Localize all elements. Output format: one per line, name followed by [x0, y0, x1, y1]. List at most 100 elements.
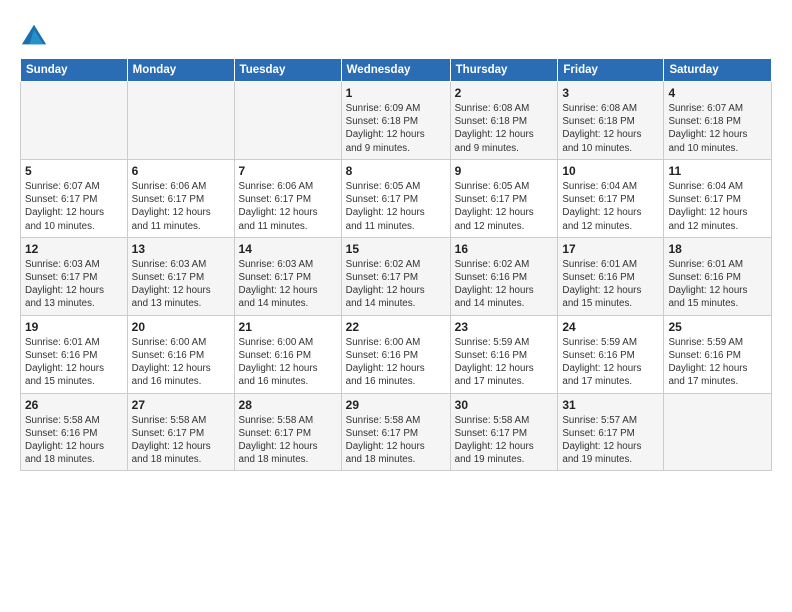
day-info: Sunrise: 6:07 AM Sunset: 6:17 PM Dayligh… [25, 180, 123, 233]
weekday-header-sunday: Sunday [21, 59, 128, 82]
day-info: Sunrise: 6:01 AM Sunset: 6:16 PM Dayligh… [562, 258, 659, 311]
calendar-cell [21, 82, 128, 160]
weekday-header-thursday: Thursday [450, 59, 558, 82]
calendar-cell: 31 Sunrise: 5:57 AM Sunset: 6:17 PM Dayli… [558, 393, 664, 471]
calendar-cell: 19 Sunrise: 6:01 AM Sunset: 6:16 PM Dayli… [21, 315, 128, 393]
day-info: Sunrise: 6:06 AM Sunset: 6:17 PM Dayligh… [132, 180, 230, 233]
day-number: 30 [455, 398, 554, 412]
calendar-cell: 1Sunrise: 6:09 AM Sunset: 6:18 PM Daylig… [341, 82, 450, 160]
day-info: Sunrise: 5:58 AM Sunset: 6:17 PM Dayligh… [346, 414, 446, 467]
day-number: 10 [562, 164, 659, 178]
calendar-week-row: 1Sunrise: 6:09 AM Sunset: 6:18 PM Daylig… [21, 82, 772, 160]
day-number: 8 [346, 164, 446, 178]
calendar-cell: 30Sunrise: 5:58 AM Sunset: 6:17 PM Dayli… [450, 393, 558, 471]
day-info: Sunrise: 6:03 AM Sunset: 6:17 PM Dayligh… [239, 258, 337, 311]
day-number: 9 [455, 164, 554, 178]
day-number: 29 [346, 398, 446, 412]
day-number: 15 [346, 242, 446, 256]
calendar-cell [127, 82, 234, 160]
day-info: Sunrise: 6:00 AM Sunset: 6:16 PM Dayligh… [132, 336, 230, 389]
day-number: 26 [25, 398, 123, 412]
day-info: Sunrise: 5:59 AM Sunset: 6:16 PM Dayligh… [668, 336, 767, 389]
calendar-cell [234, 82, 341, 160]
calendar-cell: 4Sunrise: 6:07 AM Sunset: 6:18 PM Daylig… [664, 82, 772, 160]
day-number: 31 [562, 398, 659, 412]
day-number: 2 [455, 86, 554, 100]
day-info: Sunrise: 6:06 AM Sunset: 6:17 PM Dayligh… [239, 180, 337, 233]
calendar-cell: 13 Sunrise: 6:03 AM Sunset: 6:17 PM Dayli… [127, 237, 234, 315]
day-number: 22 [346, 320, 446, 334]
calendar-week-row: 5 Sunrise: 6:07 AM Sunset: 6:17 PM Daylig… [21, 159, 772, 237]
day-info: Sunrise: 6:05 AM Sunset: 6:17 PM Dayligh… [346, 180, 446, 233]
day-number: 14 [239, 242, 337, 256]
calendar-cell: 29 Sunrise: 5:58 AM Sunset: 6:17 PM Dayli… [341, 393, 450, 471]
calendar-cell: 22 Sunrise: 6:00 AM Sunset: 6:16 PM Dayli… [341, 315, 450, 393]
day-number: 7 [239, 164, 337, 178]
day-info: Sunrise: 6:04 AM Sunset: 6:17 PM Dayligh… [562, 180, 659, 233]
day-number: 20 [132, 320, 230, 334]
day-number: 18 [668, 242, 767, 256]
weekday-header-friday: Friday [558, 59, 664, 82]
day-info: Sunrise: 6:00 AM Sunset: 6:16 PM Dayligh… [346, 336, 446, 389]
calendar-cell: 7 Sunrise: 6:06 AM Sunset: 6:17 PM Daylig… [234, 159, 341, 237]
calendar-cell: 20 Sunrise: 6:00 AM Sunset: 6:16 PM Dayli… [127, 315, 234, 393]
day-number: 24 [562, 320, 659, 334]
header [20, 18, 772, 50]
day-number: 17 [562, 242, 659, 256]
calendar-cell: 26 Sunrise: 5:58 AM Sunset: 6:16 PM Dayli… [21, 393, 128, 471]
day-info: Sunrise: 6:08 AM Sunset: 6:18 PM Dayligh… [562, 102, 659, 155]
day-number: 5 [25, 164, 123, 178]
calendar-cell: 18 Sunrise: 6:01 AM Sunset: 6:16 PM Dayli… [664, 237, 772, 315]
calendar-cell: 23Sunrise: 5:59 AM Sunset: 6:16 PM Dayli… [450, 315, 558, 393]
calendar-cell: 3Sunrise: 6:08 AM Sunset: 6:18 PM Daylig… [558, 82, 664, 160]
day-info: Sunrise: 5:57 AM Sunset: 6:17 PM Dayligh… [562, 414, 659, 467]
calendar-cell: 9 Sunrise: 6:05 AM Sunset: 6:17 PM Daylig… [450, 159, 558, 237]
day-info: Sunrise: 5:58 AM Sunset: 6:17 PM Dayligh… [239, 414, 337, 467]
calendar-cell: 15 Sunrise: 6:02 AM Sunset: 6:17 PM Dayli… [341, 237, 450, 315]
day-number: 28 [239, 398, 337, 412]
day-info: Sunrise: 6:05 AM Sunset: 6:17 PM Dayligh… [455, 180, 554, 233]
calendar-cell: 21Sunrise: 6:00 AM Sunset: 6:16 PM Dayli… [234, 315, 341, 393]
logo [20, 22, 52, 50]
day-info: Sunrise: 6:03 AM Sunset: 6:17 PM Dayligh… [132, 258, 230, 311]
day-number: 1 [346, 86, 446, 100]
calendar-cell [664, 393, 772, 471]
calendar-cell: 16 Sunrise: 6:02 AM Sunset: 6:16 PM Dayli… [450, 237, 558, 315]
calendar-cell: 24 Sunrise: 5:59 AM Sunset: 6:16 PM Dayli… [558, 315, 664, 393]
day-number: 12 [25, 242, 123, 256]
weekday-header-wednesday: Wednesday [341, 59, 450, 82]
calendar-cell: 27Sunrise: 5:58 AM Sunset: 6:17 PM Dayli… [127, 393, 234, 471]
weekday-header-monday: Monday [127, 59, 234, 82]
day-info: Sunrise: 6:01 AM Sunset: 6:16 PM Dayligh… [25, 336, 123, 389]
calendar-cell: 14 Sunrise: 6:03 AM Sunset: 6:17 PM Dayli… [234, 237, 341, 315]
day-number: 13 [132, 242, 230, 256]
day-number: 21 [239, 320, 337, 334]
calendar-week-row: 19 Sunrise: 6:01 AM Sunset: 6:16 PM Dayli… [21, 315, 772, 393]
logo-icon [20, 22, 48, 50]
day-number: 19 [25, 320, 123, 334]
day-info: Sunrise: 5:59 AM Sunset: 6:16 PM Dayligh… [562, 336, 659, 389]
day-number: 16 [455, 242, 554, 256]
day-number: 11 [668, 164, 767, 178]
day-info: Sunrise: 6:08 AM Sunset: 6:18 PM Dayligh… [455, 102, 554, 155]
day-info: Sunrise: 6:04 AM Sunset: 6:17 PM Dayligh… [668, 180, 767, 233]
calendar-cell: 25Sunrise: 5:59 AM Sunset: 6:16 PM Dayli… [664, 315, 772, 393]
day-info: Sunrise: 5:58 AM Sunset: 6:16 PM Dayligh… [25, 414, 123, 467]
day-info: Sunrise: 6:02 AM Sunset: 6:16 PM Dayligh… [455, 258, 554, 311]
day-number: 4 [668, 86, 767, 100]
calendar-cell: 28 Sunrise: 5:58 AM Sunset: 6:17 PM Dayli… [234, 393, 341, 471]
day-info: Sunrise: 6:02 AM Sunset: 6:17 PM Dayligh… [346, 258, 446, 311]
calendar-cell: 17 Sunrise: 6:01 AM Sunset: 6:16 PM Dayli… [558, 237, 664, 315]
calendar-cell: 5 Sunrise: 6:07 AM Sunset: 6:17 PM Daylig… [21, 159, 128, 237]
day-info: Sunrise: 6:03 AM Sunset: 6:17 PM Dayligh… [25, 258, 123, 311]
day-number: 6 [132, 164, 230, 178]
day-info: Sunrise: 6:01 AM Sunset: 6:16 PM Dayligh… [668, 258, 767, 311]
calendar-table: SundayMondayTuesdayWednesdayThursdayFrid… [20, 58, 772, 471]
weekday-header-row: SundayMondayTuesdayWednesdayThursdayFrid… [21, 59, 772, 82]
day-info: Sunrise: 5:58 AM Sunset: 6:17 PM Dayligh… [132, 414, 230, 467]
page: SundayMondayTuesdayWednesdayThursdayFrid… [0, 0, 792, 612]
weekday-header-tuesday: Tuesday [234, 59, 341, 82]
calendar-cell: 12 Sunrise: 6:03 AM Sunset: 6:17 PM Dayli… [21, 237, 128, 315]
calendar-cell: 11 Sunrise: 6:04 AM Sunset: 6:17 PM Dayli… [664, 159, 772, 237]
calendar-cell: 8 Sunrise: 6:05 AM Sunset: 6:17 PM Daylig… [341, 159, 450, 237]
